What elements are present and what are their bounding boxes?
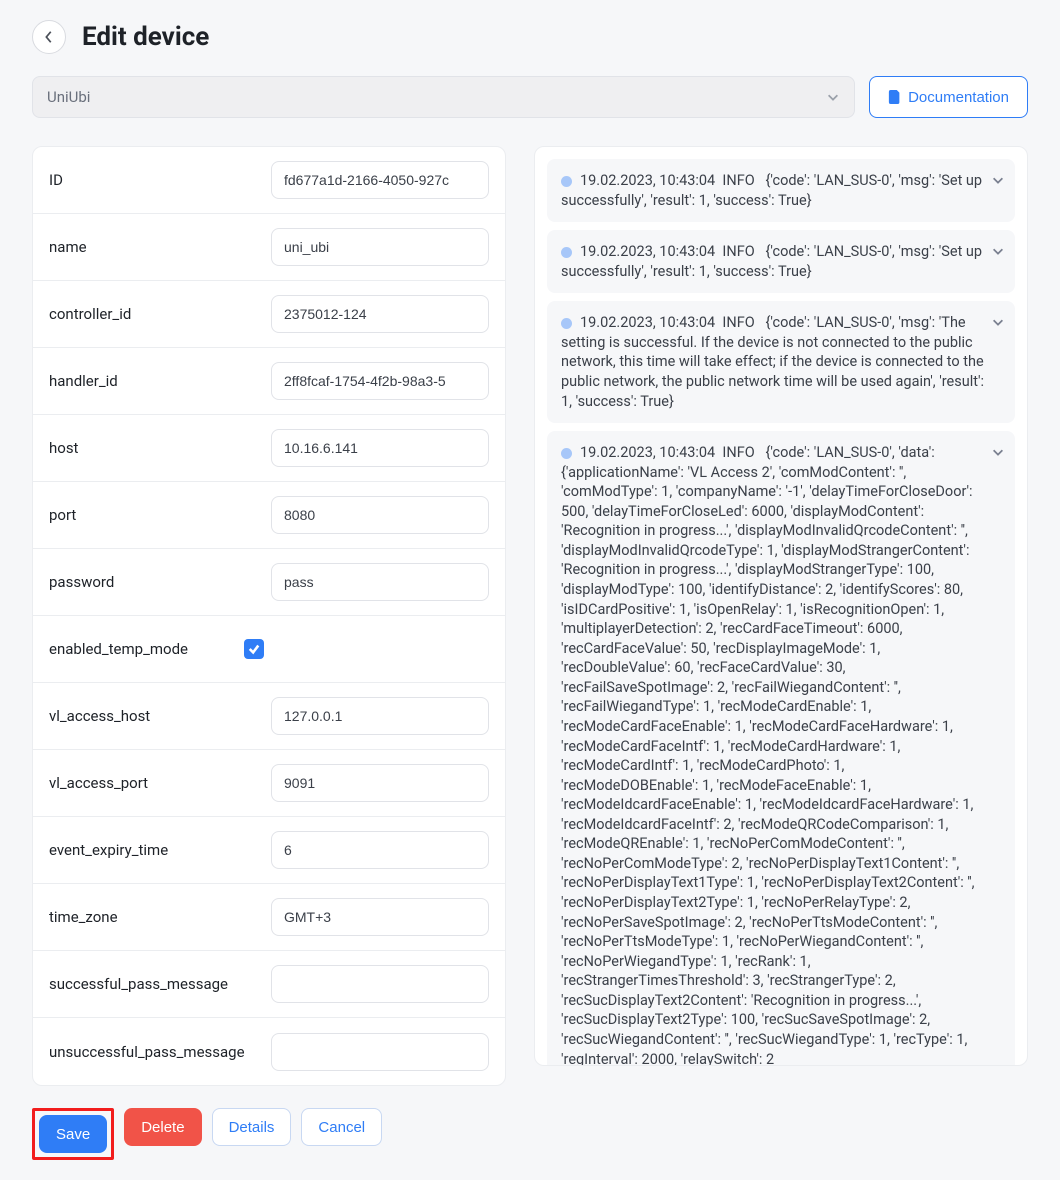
form-label-successful_pass_message: successful_pass_message <box>49 975 228 993</box>
log-entry[interactable]: 19.02.2023, 10:43:04 INFO {'code': 'LAN_… <box>547 159 1015 222</box>
footer-actions: Save Delete Details Cancel <box>32 1108 1028 1160</box>
chevron-down-icon <box>991 173 1005 187</box>
device-type-select[interactable]: UniUbi <box>32 76 855 118</box>
form-label-handler_id: handler_id <box>49 372 118 390</box>
form-row-port: port <box>33 482 505 549</box>
log-timestamp: 19.02.2023, 10:43:04 <box>580 314 715 331</box>
controller_id-input[interactable] <box>271 295 489 333</box>
documentation-button[interactable]: Documentation <box>869 76 1028 118</box>
id-input[interactable] <box>271 161 489 199</box>
save-button[interactable]: Save <box>39 1115 107 1153</box>
documentation-label: Documentation <box>908 89 1009 106</box>
form-row-unsuccessful_pass_message: unsuccessful_pass_message <box>33 1018 505 1085</box>
log-status-dot <box>561 448 572 459</box>
chevron-left-icon <box>44 30 54 44</box>
handler_id-input[interactable] <box>271 362 489 400</box>
form-label-unsuccessful_pass_message: unsuccessful_pass_message <box>49 1043 245 1061</box>
form-row-successful_pass_message: successful_pass_message <box>33 951 505 1018</box>
log-level: INFO <box>722 314 754 331</box>
log-level: INFO <box>722 444 754 461</box>
log-entry[interactable]: 19.02.2023, 10:43:04 INFO {'code': 'LAN_… <box>547 431 1015 1066</box>
log-status-dot <box>561 318 572 329</box>
password-input[interactable] <box>271 563 489 601</box>
log-status-dot <box>561 247 572 258</box>
form-row-id: ID <box>33 147 505 214</box>
form-label-password: password <box>49 573 114 591</box>
event_expiry_time-input[interactable] <box>271 831 489 869</box>
form-label-vl_access_port: vl_access_port <box>49 774 148 792</box>
form-row-name: name <box>33 214 505 281</box>
log-body: {'code': 'LAN_SUS-0', 'data': {'applicat… <box>561 444 975 1066</box>
form-label-controller_id: controller_id <box>49 305 131 323</box>
form-row-handler_id: handler_id <box>33 348 505 415</box>
unsuccessful_pass_message-input[interactable] <box>271 1033 489 1071</box>
vl_access_port-input[interactable] <box>271 764 489 802</box>
form-row-time_zone: time_zone <box>33 884 505 951</box>
vl_access_host-input[interactable] <box>271 697 489 735</box>
form-row-vl_access_host: vl_access_host <box>33 683 505 750</box>
chevron-down-icon <box>826 90 840 104</box>
document-icon <box>888 90 902 104</box>
form-label-event_expiry_time: event_expiry_time <box>49 841 168 859</box>
log-status-dot <box>561 176 572 187</box>
form-row-password: password <box>33 549 505 616</box>
log-entry[interactable]: 19.02.2023, 10:43:04 INFO {'code': 'LAN_… <box>547 301 1015 423</box>
check-icon <box>248 643 260 655</box>
cancel-button[interactable]: Cancel <box>301 1108 382 1146</box>
delete-button[interactable]: Delete <box>124 1108 201 1146</box>
chevron-down-icon <box>991 315 1005 329</box>
form-row-enabled_temp_mode: enabled_temp_mode <box>33 616 505 683</box>
page-title: Edit device <box>82 22 209 52</box>
device-form: ID name controller_id handler_idhost port pas… <box>32 146 506 1086</box>
host-input[interactable] <box>271 429 489 467</box>
form-row-controller_id: controller_id <box>33 281 505 348</box>
name-input[interactable] <box>271 228 489 266</box>
form-row-event_expiry_time: event_expiry_time <box>33 817 505 884</box>
form-label-port: port <box>49 506 76 524</box>
log-timestamp: 19.02.2023, 10:43:04 <box>580 444 715 461</box>
form-label-enabled_temp_mode: enabled_temp_mode <box>49 640 188 658</box>
time_zone-input[interactable] <box>271 898 489 936</box>
form-label-id: ID <box>49 171 63 189</box>
details-button[interactable]: Details <box>212 1108 292 1146</box>
log-entry[interactable]: 19.02.2023, 10:43:04 INFO {'code': 'LAN_… <box>547 230 1015 293</box>
form-label-time_zone: time_zone <box>49 908 118 926</box>
log-timestamp: 19.02.2023, 10:43:04 <box>580 172 715 189</box>
save-highlight: Save <box>32 1108 114 1160</box>
log-level: INFO <box>722 243 754 260</box>
form-row-vl_access_port: vl_access_port <box>33 750 505 817</box>
log-level: INFO <box>722 172 754 189</box>
form-label-host: host <box>49 439 78 457</box>
enabled_temp_mode-checkbox[interactable] <box>244 639 264 659</box>
form-label-vl_access_host: vl_access_host <box>49 707 150 725</box>
form-label-name: name <box>49 238 87 256</box>
chevron-down-icon <box>991 244 1005 258</box>
back-button[interactable] <box>32 20 66 54</box>
log-panel: 19.02.2023, 10:43:04 INFO {'code': 'LAN_… <box>534 146 1028 1066</box>
form-row-host: host <box>33 415 505 482</box>
device-type-value: UniUbi <box>47 88 90 106</box>
port-input[interactable] <box>271 496 489 534</box>
chevron-down-icon <box>991 445 1005 459</box>
successful_pass_message-input[interactable] <box>271 965 489 1003</box>
log-timestamp: 19.02.2023, 10:43:04 <box>580 243 715 260</box>
